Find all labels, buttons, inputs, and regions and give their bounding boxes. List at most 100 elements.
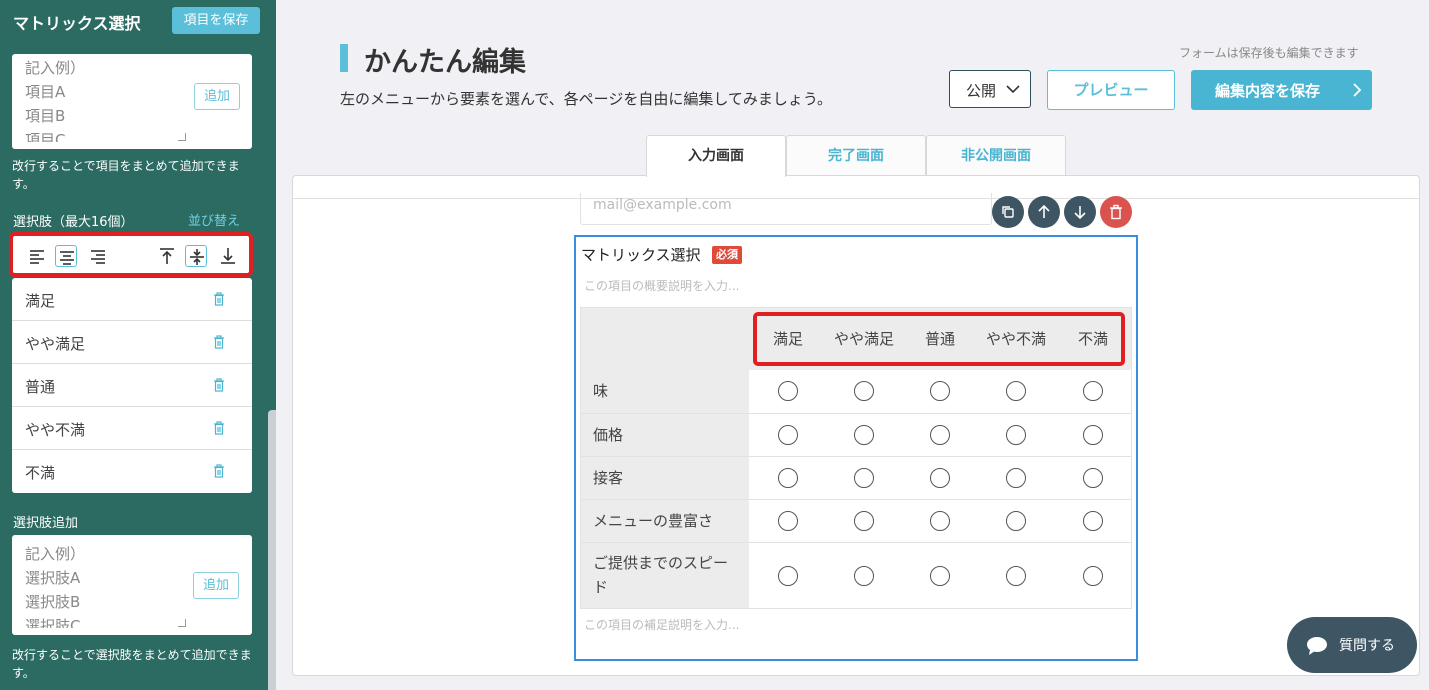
radio-button[interactable] [778,566,798,586]
email-placeholder: mail@example.com [593,197,732,213]
choices-placeholder-line: 選択肢B [25,593,81,611]
choices-placeholder-line: 記入例） [25,545,86,563]
radio-button[interactable] [1006,511,1026,531]
radio-button[interactable] [1083,425,1103,445]
email-field[interactable]: mail@example.com [580,193,992,225]
resize-grip-icon[interactable] [178,133,186,141]
sidebar-title: マトリックス選択 [13,14,141,33]
row-label: 価格 [593,426,624,444]
radio-button[interactable] [1083,381,1103,401]
radio-button[interactable] [1083,511,1103,531]
align-middle-icon[interactable] [185,245,207,267]
items-textarea[interactable]: 記入例） 項目A 項目B 項目C 追加 [12,54,252,149]
radio-button[interactable] [1083,468,1103,488]
radio-button[interactable] [930,468,950,488]
trash-icon[interactable] [213,421,225,435]
radio-button[interactable] [854,511,874,531]
matrix-header-row: 満足 やや満足 普通 やや不満 不満 [581,308,1131,370]
tab-complete[interactable]: 完了画面 [786,135,926,175]
choice-label: やや不満 [25,421,86,439]
matrix-question[interactable]: マトリックス選択 必須 この項目の概要説明を入力... 満足 やや満足 普通 や… [574,235,1138,661]
copy-button[interactable] [992,196,1024,228]
trash-icon[interactable] [213,335,225,349]
delete-button[interactable] [1100,196,1132,228]
table-row: 味 [581,370,1131,413]
row-label: ご提供までのスピード [593,554,729,596]
table-row: メニューの豊富さ [581,499,1131,542]
align-top-icon[interactable] [156,245,178,267]
choice-item[interactable]: やや満足 [12,321,252,364]
radio-button[interactable] [854,425,874,445]
radio-button[interactable] [930,511,950,531]
required-badge: 必須 [712,246,742,264]
trash-icon[interactable] [213,378,225,392]
page-title: かんたん編集 [364,47,526,78]
align-center-icon[interactable] [55,245,77,267]
radio-button[interactable] [930,381,950,401]
publish-select-value: 公開 [966,82,997,100]
title-accent-bar [340,44,348,72]
radio-button[interactable] [930,566,950,586]
move-up-button[interactable] [1028,196,1060,228]
preview-button[interactable]: プレビュー [1047,70,1175,110]
radio-button[interactable] [854,381,874,401]
items-help-text: 改行することで項目をまとめて追加できます。 [12,159,240,191]
choice-list: 満足 やや満足 普通 やや不満 不満 [12,278,252,493]
choice-label: 普通 [25,378,56,396]
add-items-button[interactable]: 追加 [194,83,240,110]
alignment-toolbar [9,232,253,277]
radio-button[interactable] [778,381,798,401]
radio-button[interactable] [1006,425,1026,445]
sort-link[interactable]: 並び替え [188,210,240,229]
radio-button[interactable] [778,511,798,531]
choices-placeholder-line: 選択肢C [25,617,81,628]
save-content-label: 編集内容を保存 [1215,82,1321,100]
publish-select[interactable]: 公開 [949,70,1031,108]
choices-help-text: 改行することで選択肢をまとめて追加できます。 [12,648,252,680]
choice-item[interactable]: 不満 [12,450,252,493]
radio-button[interactable] [1006,381,1026,401]
radio-button[interactable] [778,468,798,488]
choices-label: 選択肢（最大16個） [13,215,134,230]
matrix-title: マトリックス選択 [581,246,701,264]
trash-icon[interactable] [213,464,225,478]
radio-button[interactable] [930,425,950,445]
radio-button[interactable] [854,468,874,488]
footnote-placeholder[interactable]: この項目の補足説明を入力... [584,616,739,633]
sidebar-scrollbar-thumb[interactable] [268,410,276,690]
choices-placeholder-line: 選択肢A [25,569,81,587]
add-choices-label: 選択肢追加 [13,516,79,531]
trash-icon [1110,204,1122,220]
chat-label: 質問する [1339,638,1395,654]
resize-grip-icon[interactable] [178,619,186,627]
align-right-icon[interactable] [87,245,109,267]
trash-icon[interactable] [213,292,225,306]
chevron-right-icon [1353,83,1362,97]
save-content-button[interactable]: 編集内容を保存 [1191,70,1372,110]
items-placeholder-line: 項目C [25,131,66,142]
items-placeholder-line: 記入例） [25,59,86,77]
radio-button[interactable] [854,566,874,586]
align-left-icon[interactable] [26,245,48,267]
tab-input[interactable]: 入力画面 [646,135,786,177]
tab-private[interactable]: 非公開画面 [926,135,1066,175]
choice-item[interactable]: 満足 [12,278,252,321]
radio-button[interactable] [1006,566,1026,586]
radio-button[interactable] [1083,566,1103,586]
choice-item[interactable]: 普通 [12,364,252,407]
choice-label: やや満足 [25,335,86,353]
move-down-button[interactable] [1064,196,1096,228]
items-placeholder-line: 項目B [25,107,66,125]
arrow-up-icon [1038,204,1050,218]
radio-button[interactable] [778,425,798,445]
description-placeholder[interactable]: この項目の概要説明を入力... [584,277,739,294]
choice-label: 満足 [25,292,56,310]
save-item-button[interactable]: 項目を保存 [172,7,260,34]
radio-button[interactable] [1006,468,1026,488]
align-bottom-icon[interactable] [217,245,239,267]
choice-item[interactable]: やや不満 [12,407,252,450]
help-chat-button[interactable]: 質問する [1287,617,1417,673]
add-choices-button[interactable]: 追加 [193,572,239,599]
table-row: 価格 [581,413,1131,456]
choices-textarea[interactable]: 記入例） 選択肢A 選択肢B 選択肢C 追加 [12,535,252,635]
